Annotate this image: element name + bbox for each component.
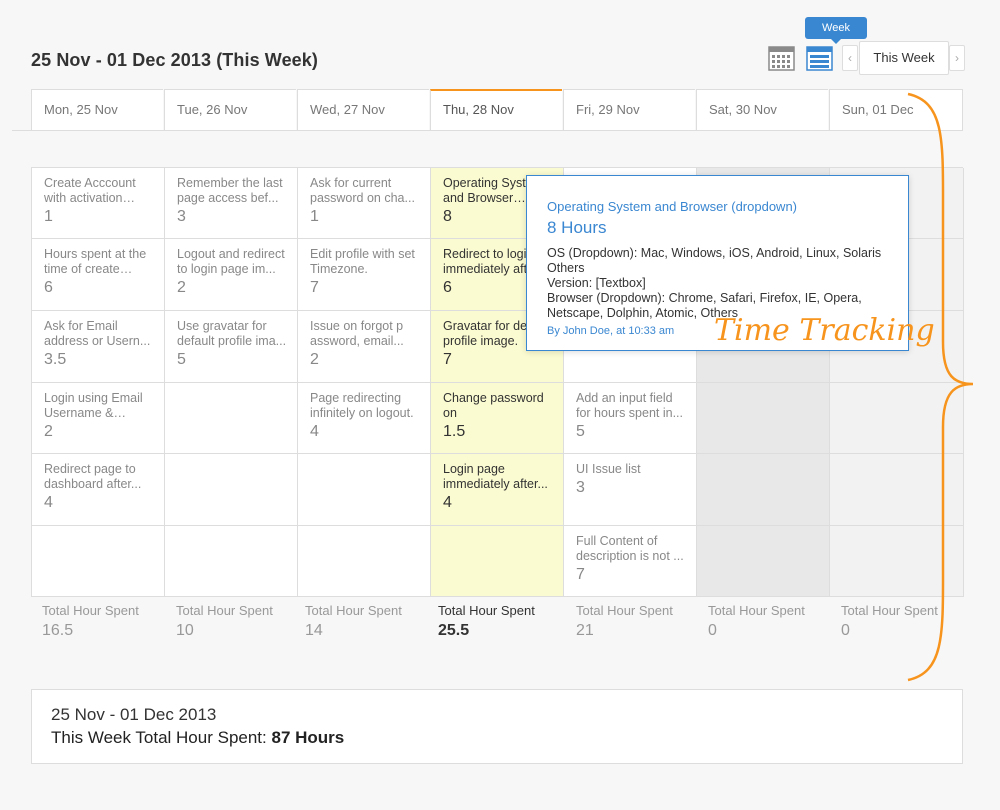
popover-title[interactable]: Operating System and Browser (dropdown) [547,199,890,214]
task-title: Remember the last page access bef... [177,176,283,205]
task-cell [697,526,830,597]
task-title: Ask for Email address or Usern... [44,319,151,348]
task-cell[interactable]: Issue on forgot p assword, email... 2 [298,311,431,383]
task-cell [431,526,564,597]
task-cell[interactable]: Edit profile with set Timezone. 7 [298,239,431,311]
task-cell[interactable]: Add an input field for hours spent in...… [564,383,697,454]
task-cell[interactable]: Logout and redirect to login page im... 2 [165,239,298,311]
task-cell[interactable]: Change password on 1.5 [431,383,564,454]
task-cell [32,526,165,597]
this-week-button[interactable]: This Week [859,41,949,75]
tab-day-tue[interactable]: Tue, 26 Nov [164,89,296,130]
task-hours: 7 [576,566,585,583]
calendar-month-icon[interactable] [768,44,795,71]
page-title: 25 Nov - 01 Dec 2013 (This Week) [31,50,318,70]
day-total: Total Hour Spent 21 [576,603,673,639]
task-hours: 2 [310,351,319,368]
task-cell[interactable]: Ask for current password on cha... 1 [298,168,431,239]
task-cell[interactable]: Remember the last page access bef... 3 [165,168,298,239]
task-title: Redirect page to dashboard after... [44,462,142,491]
popover-detail-line: OS (Dropdown): Mac, Windows, iOS, Androi… [547,246,882,275]
task-cell [298,526,431,597]
task-title: Full Content of description is not ... [576,534,684,563]
task-title: Hours spent at the time of create task..… [44,247,147,276]
task-cell[interactable]: Redirect page to dashboard after... 4 [32,454,165,526]
task-cell [697,454,830,526]
popover-detail-line: Version: [Textbox] [547,276,646,290]
task-hours: 4 [310,423,319,440]
tab-day-wed[interactable]: Wed, 27 Nov [297,89,429,130]
task-title: Add an input field for hours spent in... [576,391,684,420]
popover-hours: 8 Hours [547,218,607,237]
task-hours: 5 [177,351,186,368]
task-cell[interactable]: UI Issue list 3 [564,454,697,526]
task-title: Ask for current password on cha... [310,176,415,205]
task-hours: 5 [576,423,585,440]
task-cell [298,454,431,526]
task-hours: 7 [310,279,319,296]
task-cell [165,526,298,597]
task-title: Change password on [443,391,544,420]
task-hours: 1.5 [443,423,466,440]
task-hours: 3 [576,479,585,496]
task-cell[interactable]: Page redirecting infinitely on logout. 4 [298,383,431,454]
day-total: Total Hour Spent 16.5 [42,603,139,639]
task-hours: 4 [443,494,452,511]
task-title: Issue on forgot p assword, email... [310,319,404,348]
calendar-week-icon[interactable] [806,44,833,71]
task-cell[interactable]: Use gravatar for default profile ima... 5 [165,311,298,383]
tab-day-fri[interactable]: Fri, 29 Nov [563,89,695,130]
day-tabs-divider [12,130,963,131]
task-cell[interactable]: Full Content of description is not ... 7 [564,526,697,597]
task-cell[interactable]: Create Acccount with activation email. 1 [32,168,165,239]
prev-week-button[interactable]: ‹ [842,45,858,71]
task-hours: 1 [44,208,53,225]
task-title: Edit profile with set Timezone. [310,247,415,276]
week-summary-panel: 25 Nov - 01 Dec 2013 This Week Total Hou… [31,689,963,764]
tab-day-thu[interactable]: Thu, 28 Nov [430,89,562,130]
task-cell [697,383,830,454]
task-hours: 4 [44,494,53,511]
time-tracking-annotation: Time Tracking [714,313,935,348]
task-hours: 3.5 [44,351,67,368]
task-cell[interactable]: Ask for Email address or Usern... 3.5 [32,311,165,383]
task-title: Logout and redirect to login page im... [177,247,285,276]
day-total: Total Hour Spent 25.5 [438,603,535,639]
task-cell[interactable]: Hours spent at the time of create task..… [32,239,165,311]
task-hours: 3 [177,208,186,225]
task-title: Create Acccount with activation email. [44,176,136,205]
task-title: Login page immediately after... [443,462,548,491]
day-total: Total Hour Spent 10 [176,603,273,639]
task-cell [165,383,298,454]
tab-day-mon[interactable]: Mon, 25 Nov [31,89,163,130]
tab-day-sat[interactable]: Sat, 30 Nov [696,89,828,130]
task-cell [165,454,298,526]
task-hours: 1 [310,208,319,225]
task-title: Use gravatar for default profile ima... [177,319,287,348]
next-week-button[interactable]: › [949,45,965,71]
week-view-tooltip: Week [805,17,867,44]
day-total: Total Hour Spent 14 [305,603,402,639]
task-hours: 7 [443,351,452,368]
curly-brace-annotation [905,92,980,687]
task-hours: 2 [177,279,186,296]
task-hours: 6 [44,279,53,296]
task-cell[interactable]: Login page immediately after... 4 [431,454,564,526]
summary-date-range: 25 Nov - 01 Dec 2013 [51,705,217,724]
task-cell[interactable]: Login using Email Username & Reme... 2 [32,383,165,454]
task-title: Page redirecting infinitely on logout. [310,391,414,420]
task-title: Login using Email Username & Reme... [44,391,143,420]
task-hours: 2 [44,423,53,440]
day-total: Total Hour Spent 0 [708,603,805,639]
summary-total: This Week Total Hour Spent: 87 Hours [51,728,345,747]
task-title: UI Issue list [576,462,641,476]
